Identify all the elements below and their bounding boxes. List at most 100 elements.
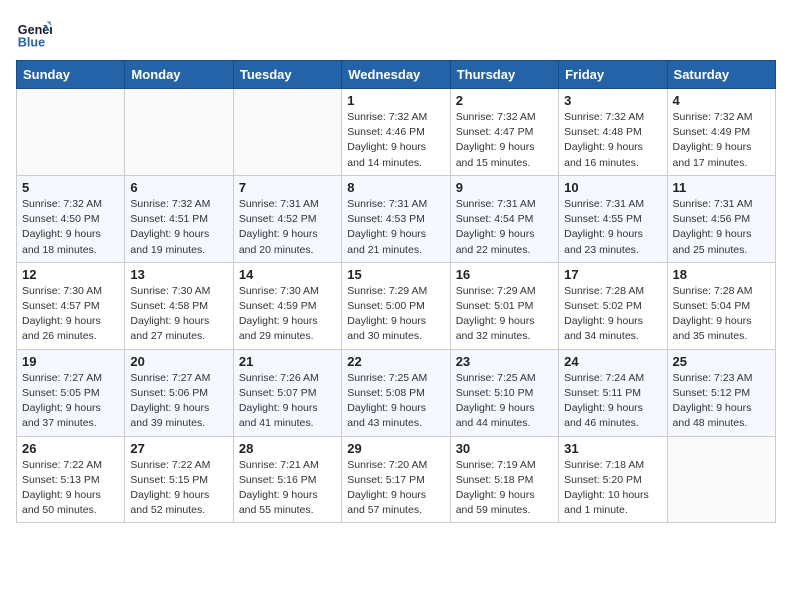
calendar-cell: 22 Sunrise: 7:25 AM Sunset: 5:08 PM Dayli…	[342, 349, 450, 436]
calendar-cell	[125, 89, 233, 176]
day-detail: Sunrise: 7:25 AM Sunset: 5:10 PM Dayligh…	[456, 371, 553, 432]
day-number: 30	[456, 441, 553, 456]
day-number: 31	[564, 441, 661, 456]
day-number: 29	[347, 441, 444, 456]
calendar-cell: 5 Sunrise: 7:32 AM Sunset: 4:50 PM Daylig…	[17, 175, 125, 262]
day-detail: Sunrise: 7:28 AM Sunset: 5:04 PM Dayligh…	[673, 284, 770, 345]
calendar-cell: 14 Sunrise: 7:30 AM Sunset: 4:59 PM Dayli…	[233, 262, 341, 349]
day-number: 20	[130, 354, 227, 369]
day-number: 9	[456, 180, 553, 195]
calendar-cell: 30 Sunrise: 7:19 AM Sunset: 5:18 PM Dayli…	[450, 436, 558, 523]
week-row-5: 26 Sunrise: 7:22 AM Sunset: 5:13 PM Dayli…	[17, 436, 776, 523]
day-number: 12	[22, 267, 119, 282]
day-number: 23	[456, 354, 553, 369]
day-detail: Sunrise: 7:26 AM Sunset: 5:07 PM Dayligh…	[239, 371, 336, 432]
day-detail: Sunrise: 7:22 AM Sunset: 5:13 PM Dayligh…	[22, 458, 119, 519]
day-number: 15	[347, 267, 444, 282]
weekday-header-sunday: Sunday	[17, 61, 125, 89]
week-row-4: 19Sunrise: 7:27 AM Sunset: 5:05 PM Dayli…	[17, 349, 776, 436]
day-number: 6	[130, 180, 227, 195]
day-number: 14	[239, 267, 336, 282]
calendar-cell: 29 Sunrise: 7:20 AM Sunset: 5:17 PM Dayli…	[342, 436, 450, 523]
day-detail: Sunrise: 7:28 AM Sunset: 5:02 PM Dayligh…	[564, 284, 661, 345]
day-detail: Sunrise: 7:29 AM Sunset: 5:01 PM Dayligh…	[456, 284, 553, 345]
day-number: 10	[564, 180, 661, 195]
calendar-cell: 9 Sunrise: 7:31 AM Sunset: 4:54 PM Daylig…	[450, 175, 558, 262]
calendar-cell: 26 Sunrise: 7:22 AM Sunset: 5:13 PM Dayli…	[17, 436, 125, 523]
calendar-cell: 8 Sunrise: 7:31 AM Sunset: 4:53 PM Daylig…	[342, 175, 450, 262]
day-number: 17	[564, 267, 661, 282]
svg-text:Blue: Blue	[18, 36, 45, 50]
day-detail: Sunrise: 7:30 AM Sunset: 4:59 PM Dayligh…	[239, 284, 336, 345]
day-number: 16	[456, 267, 553, 282]
calendar-cell: 23 Sunrise: 7:25 AM Sunset: 5:10 PM Dayli…	[450, 349, 558, 436]
day-detail: Sunrise: 7:31 AM Sunset: 4:53 PM Dayligh…	[347, 197, 444, 258]
calendar-cell: 7Sunrise: 7:31 AM Sunset: 4:52 PM Daylig…	[233, 175, 341, 262]
day-detail: Sunrise: 7:32 AM Sunset: 4:48 PM Dayligh…	[564, 110, 661, 171]
day-detail: Sunrise: 7:29 AM Sunset: 5:00 PM Dayligh…	[347, 284, 444, 345]
weekday-header-monday: Monday	[125, 61, 233, 89]
day-detail: Sunrise: 7:31 AM Sunset: 4:55 PM Dayligh…	[564, 197, 661, 258]
weekday-header-thursday: Thursday	[450, 61, 558, 89]
calendar-cell: 21 Sunrise: 7:26 AM Sunset: 5:07 PM Dayli…	[233, 349, 341, 436]
day-number: 8	[347, 180, 444, 195]
page-header: General Blue	[16, 16, 776, 52]
calendar-cell: 1Sunrise: 7:32 AM Sunset: 4:46 PM Daylig…	[342, 89, 450, 176]
calendar-cell: 16 Sunrise: 7:29 AM Sunset: 5:01 PM Dayli…	[450, 262, 558, 349]
weekday-header-friday: Friday	[559, 61, 667, 89]
calendar-cell: 3 Sunrise: 7:32 AM Sunset: 4:48 PM Daylig…	[559, 89, 667, 176]
day-number: 2	[456, 93, 553, 108]
calendar-cell: 24Sunrise: 7:24 AM Sunset: 5:11 PM Dayli…	[559, 349, 667, 436]
day-detail: Sunrise: 7:25 AM Sunset: 5:08 PM Dayligh…	[347, 371, 444, 432]
calendar-cell: 25 Sunrise: 7:23 AM Sunset: 5:12 PM Dayli…	[667, 349, 775, 436]
day-number: 26	[22, 441, 119, 456]
day-detail: Sunrise: 7:32 AM Sunset: 4:50 PM Dayligh…	[22, 197, 119, 258]
day-number: 7	[239, 180, 336, 195]
day-number: 3	[564, 93, 661, 108]
calendar-cell: 4Sunrise: 7:32 AM Sunset: 4:49 PM Daylig…	[667, 89, 775, 176]
day-number: 21	[239, 354, 336, 369]
calendar-cell	[17, 89, 125, 176]
logo-icon: General Blue	[16, 16, 52, 52]
day-number: 18	[673, 267, 770, 282]
day-detail: Sunrise: 7:20 AM Sunset: 5:17 PM Dayligh…	[347, 458, 444, 519]
day-number: 5	[22, 180, 119, 195]
calendar-cell: 17 Sunrise: 7:28 AM Sunset: 5:02 PM Dayli…	[559, 262, 667, 349]
day-number: 27	[130, 441, 227, 456]
day-number: 25	[673, 354, 770, 369]
calendar-cell: 15 Sunrise: 7:29 AM Sunset: 5:00 PM Dayli…	[342, 262, 450, 349]
day-detail: Sunrise: 7:27 AM Sunset: 5:05 PM Dayligh…	[22, 371, 119, 432]
weekday-header-tuesday: Tuesday	[233, 61, 341, 89]
day-detail: Sunrise: 7:31 AM Sunset: 4:54 PM Dayligh…	[456, 197, 553, 258]
calendar-cell: 19Sunrise: 7:27 AM Sunset: 5:05 PM Dayli…	[17, 349, 125, 436]
week-row-1: 1Sunrise: 7:32 AM Sunset: 4:46 PM Daylig…	[17, 89, 776, 176]
day-number: 22	[347, 354, 444, 369]
day-detail: Sunrise: 7:32 AM Sunset: 4:49 PM Dayligh…	[673, 110, 770, 171]
calendar-cell: 27 Sunrise: 7:22 AM Sunset: 5:15 PM Dayli…	[125, 436, 233, 523]
day-detail: Sunrise: 7:32 AM Sunset: 4:51 PM Dayligh…	[130, 197, 227, 258]
weekday-header-row: SundayMondayTuesdayWednesdayThursdayFrid…	[17, 61, 776, 89]
day-detail: Sunrise: 7:22 AM Sunset: 5:15 PM Dayligh…	[130, 458, 227, 519]
calendar-cell: 13Sunrise: 7:30 AM Sunset: 4:58 PM Dayli…	[125, 262, 233, 349]
calendar-cell: 12 Sunrise: 7:30 AM Sunset: 4:57 PM Dayli…	[17, 262, 125, 349]
day-number: 13	[130, 267, 227, 282]
week-row-2: 5 Sunrise: 7:32 AM Sunset: 4:50 PM Daylig…	[17, 175, 776, 262]
logo: General Blue	[16, 16, 52, 52]
day-detail: Sunrise: 7:32 AM Sunset: 4:46 PM Dayligh…	[347, 110, 444, 171]
calendar-cell	[667, 436, 775, 523]
day-detail: Sunrise: 7:27 AM Sunset: 5:06 PM Dayligh…	[130, 371, 227, 432]
calendar-cell: 11Sunrise: 7:31 AM Sunset: 4:56 PM Dayli…	[667, 175, 775, 262]
day-detail: Sunrise: 7:30 AM Sunset: 4:57 PM Dayligh…	[22, 284, 119, 345]
calendar-cell: 2 Sunrise: 7:32 AM Sunset: 4:47 PM Daylig…	[450, 89, 558, 176]
day-detail: Sunrise: 7:23 AM Sunset: 5:12 PM Dayligh…	[673, 371, 770, 432]
calendar-cell: 28Sunrise: 7:21 AM Sunset: 5:16 PM Dayli…	[233, 436, 341, 523]
day-detail: Sunrise: 7:32 AM Sunset: 4:47 PM Dayligh…	[456, 110, 553, 171]
calendar-cell: 31Sunrise: 7:18 AM Sunset: 5:20 PM Dayli…	[559, 436, 667, 523]
week-row-3: 12 Sunrise: 7:30 AM Sunset: 4:57 PM Dayli…	[17, 262, 776, 349]
day-detail: Sunrise: 7:24 AM Sunset: 5:11 PM Dayligh…	[564, 371, 661, 432]
calendar-cell: 10 Sunrise: 7:31 AM Sunset: 4:55 PM Dayli…	[559, 175, 667, 262]
calendar-cell: 6 Sunrise: 7:32 AM Sunset: 4:51 PM Daylig…	[125, 175, 233, 262]
day-number: 28	[239, 441, 336, 456]
day-detail: Sunrise: 7:19 AM Sunset: 5:18 PM Dayligh…	[456, 458, 553, 519]
calendar-cell: 18 Sunrise: 7:28 AM Sunset: 5:04 PM Dayli…	[667, 262, 775, 349]
